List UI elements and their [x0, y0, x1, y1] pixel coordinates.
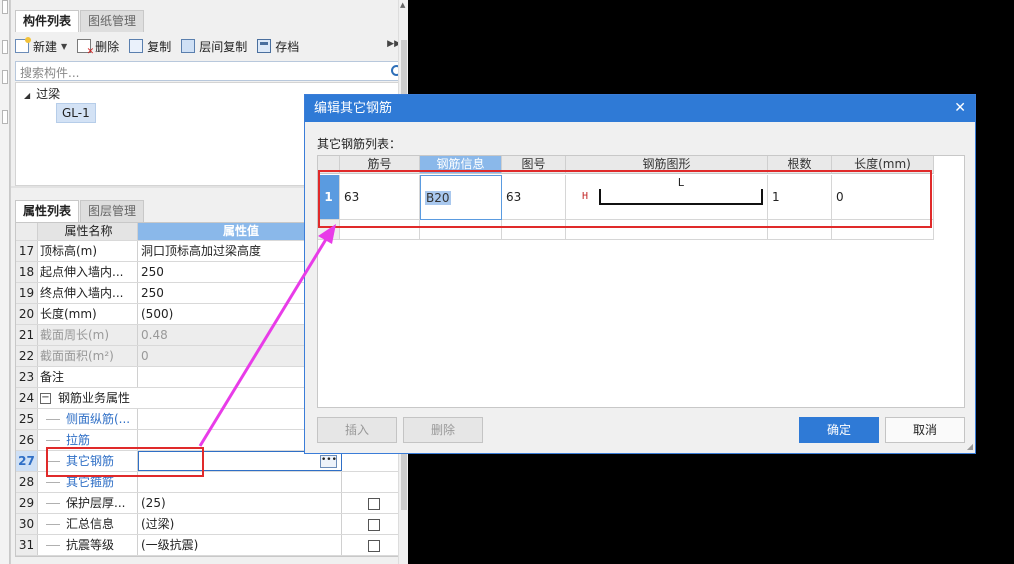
arrow-head — [318, 224, 336, 244]
annotation-arrow — [198, 224, 336, 447]
arrow-line — [198, 235, 330, 447]
